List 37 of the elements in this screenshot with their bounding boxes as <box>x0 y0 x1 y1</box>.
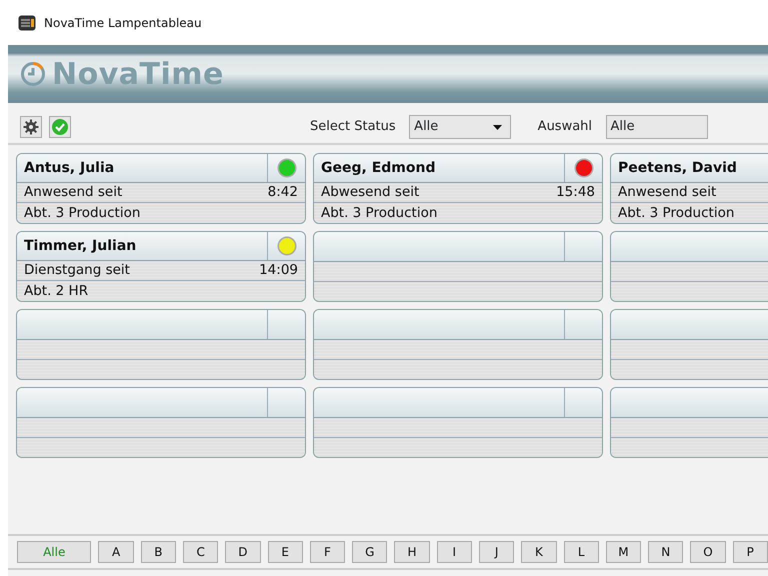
selection-label: Auswahl <box>538 118 592 136</box>
letter-filter-button[interactable]: F <box>310 541 346 563</box>
letter-filter-button[interactable]: I <box>436 541 472 563</box>
department-text: Abt. 3 Production <box>321 204 438 223</box>
department-text: Abt. 2 HR <box>24 282 88 301</box>
employee-name: Antus, Julia <box>24 158 114 178</box>
logo: NovaTime <box>52 56 224 94</box>
letter-filter-button[interactable]: C <box>183 541 218 563</box>
status-label: Select Status <box>310 118 396 136</box>
employee-name: Geeg, Edmond <box>321 158 436 178</box>
status-text: Dienstgang seit <box>24 261 130 280</box>
letter-filter-button[interactable]: M <box>606 541 642 563</box>
letter-filter-button[interactable]: P <box>732 541 768 563</box>
letter-filter-button[interactable]: K <box>521 541 557 563</box>
status-text: Abwesend seit <box>321 183 420 202</box>
letter-filter-button[interactable]: O <box>690 541 726 563</box>
letter-filter-button[interactable]: N <box>648 541 684 563</box>
department-text: Abt. 3 Production <box>24 204 140 223</box>
status-text: Anwesend seit <box>618 183 716 202</box>
selection-dropdown[interactable]: Alle <box>606 115 708 139</box>
time-text: 14:09 <box>259 261 298 280</box>
employee-name: Timmer, Julian <box>24 236 136 256</box>
letter-filter-button[interactable]: E <box>268 541 303 563</box>
window-title: NovaTime Lampentableau <box>44 14 202 32</box>
letter-filter-button[interactable]: G <box>352 541 388 563</box>
status-dropdown[interactable]: Alle <box>409 115 512 139</box>
letter-filter-button[interactable]: L <box>564 541 599 563</box>
letter-filter-button[interactable]: D <box>225 541 261 563</box>
letter-filter-button[interactable]: J <box>478 541 514 563</box>
time-text: 15:48 <box>556 183 595 202</box>
status-text: Anwesend seit <box>24 183 122 202</box>
letter-filter-button[interactable]: B <box>140 541 176 563</box>
employee-name: Peetens, David <box>618 158 737 178</box>
department-text: Abt. 3 Production <box>618 204 734 223</box>
time-text: 8:42 <box>268 183 298 202</box>
letter-filter-button[interactable]: H <box>394 541 430 563</box>
letter-filter-button[interactable]: A <box>98 541 134 563</box>
